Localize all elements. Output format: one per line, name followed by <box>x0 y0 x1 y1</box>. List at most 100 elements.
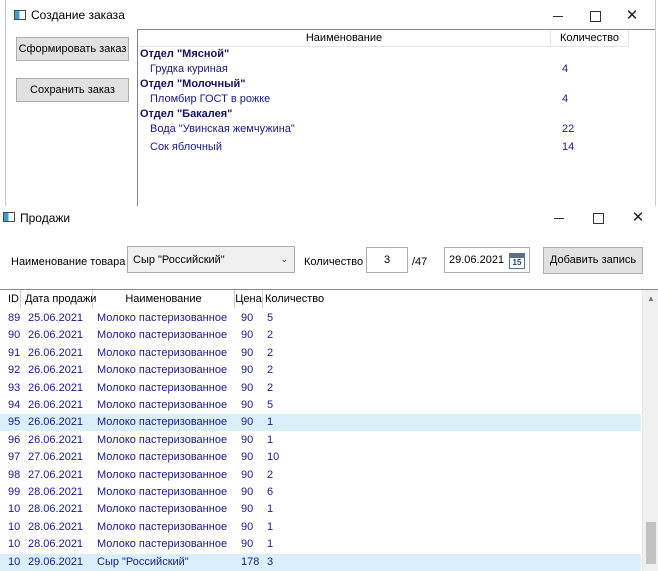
vertical-scrollbar[interactable]: ▲ <box>642 290 658 571</box>
table-row[interactable]: 10 28.06.2021 Молоко пастеризованное 90 1 <box>0 519 641 536</box>
list-item-name[interactable]: Грудка куриная <box>150 63 228 75</box>
calendar-day: 15 <box>512 258 522 267</box>
cell-qty: 1 <box>267 503 274 516</box>
table-row[interactable]: 10 28.06.2021 Молоко пастеризованное 90 1 <box>0 536 641 553</box>
product-combobox[interactable]: Сыр "Российский" ⌄ <box>127 246 295 273</box>
cell-date: 26.06.2021 <box>28 364 84 377</box>
cell-price: 90 <box>241 451 254 464</box>
table-row[interactable]: 95 26.06.2021 Молоко пастеризованное 90 1 <box>0 414 641 432</box>
list-item-name[interactable]: Сок яблочный <box>150 141 222 153</box>
column-header-qty[interactable]: Количество <box>263 290 324 308</box>
cell-qty: 2 <box>267 329 274 342</box>
minimize-icon[interactable] <box>545 5 573 27</box>
cell-qty: 6 <box>267 486 274 498</box>
table-row[interactable]: 90 26.06.2021 Молоко пастеризованное 90 2 <box>0 327 641 344</box>
cell-id: 93 <box>8 381 21 394</box>
cell-id: 92 <box>8 364 21 377</box>
cell-qty: 3 <box>267 555 274 568</box>
cell-qty: 5 <box>267 399 274 411</box>
cell-name: Молоко пастеризованное <box>97 433 228 446</box>
cell-date: 26.06.2021 <box>28 433 84 446</box>
cell-id: 89 <box>8 312 21 324</box>
table-row[interactable]: 96 26.06.2021 Молоко пастеризованное 90 1 <box>0 432 641 449</box>
cell-price: 90 <box>241 399 254 411</box>
cell-qty: 2 <box>267 346 274 359</box>
cell-id: 10 <box>8 538 21 551</box>
cell-name: Молоко пастеризованное <box>97 329 228 342</box>
qty-input[interactable]: 3 <box>366 247 408 273</box>
close-icon[interactable]: ✕ <box>618 5 646 27</box>
order-list[interactable]: Наименование Количество Отдел "Мясной" Г… <box>137 29 655 212</box>
cell-id: 95 <box>8 416 21 429</box>
list-item-qty: 22 <box>562 123 575 135</box>
cell-name: Молоко пастеризованное <box>97 364 228 377</box>
cell-qty: 10 <box>267 451 280 464</box>
cell-id: 97 <box>8 451 21 464</box>
maximize-icon[interactable] <box>584 207 612 229</box>
table-row[interactable]: 92 26.06.2021 Молоко пастеризованное 90 2 <box>0 362 641 379</box>
column-header-date[interactable]: Дата продажи <box>21 290 96 308</box>
maximize-icon[interactable] <box>581 5 609 27</box>
table-row[interactable]: 10 29.06.2021 Сыр "Российский" 178 3 <box>0 553 641 571</box>
cell-date: 28.06.2021 <box>28 486 84 498</box>
cell-name: Молоко пастеризованное <box>97 520 228 533</box>
column-header-name[interactable]: Наименование <box>93 290 235 308</box>
cell-price: 90 <box>241 538 254 551</box>
cell-date: 28.06.2021 <box>28 538 84 551</box>
table-row[interactable]: 98 27.06.2021 Молоко пастеризованное 90 2 <box>0 467 641 484</box>
cell-price: 90 <box>241 381 254 394</box>
cell-price: 90 <box>241 346 254 359</box>
cell-id: 98 <box>8 468 21 481</box>
table-row[interactable]: 99 28.06.2021 Молоко пастеризованное 90 6 <box>0 484 641 501</box>
calendar-icon[interactable]: 15 <box>509 253 525 269</box>
app-window-icon <box>3 212 15 222</box>
cell-date: 27.06.2021 <box>28 451 84 464</box>
qty-available: /47 <box>412 256 428 268</box>
list-item-name[interactable]: Вода "Увинская жемчужина" <box>150 123 295 135</box>
cell-price: 90 <box>241 520 254 533</box>
minimize-icon[interactable] <box>546 207 574 229</box>
table-row[interactable]: 10 28.06.2021 Молоко пастеризованное 90 1 <box>0 501 641 518</box>
cell-date: 26.06.2021 <box>28 329 84 342</box>
table-row[interactable]: 89 25.06.2021 Молоко пастеризованное 90 5 <box>0 310 641 327</box>
cell-date: 26.06.2021 <box>28 399 84 411</box>
cell-name: Молоко пастеризованное <box>97 381 228 394</box>
cell-name: Молоко пастеризованное <box>97 451 228 464</box>
cell-id: 90 <box>8 329 21 342</box>
cell-qty: 2 <box>267 468 274 481</box>
cell-price: 90 <box>241 433 254 446</box>
cell-price: 90 <box>241 329 254 342</box>
column-header-id[interactable]: ID <box>0 290 21 308</box>
cell-name: Молоко пастеризованное <box>97 399 228 411</box>
cell-name: Молоко пастеризованное <box>97 312 228 324</box>
add-record-button[interactable]: Добавить запись <box>543 247 643 274</box>
table-row[interactable]: 97 27.06.2021 Молоко пастеризованное 90 10 <box>0 449 641 466</box>
close-icon[interactable]: ✕ <box>624 207 652 229</box>
sales-table[interactable]: ID Дата продажи Наименование Цена Количе… <box>0 289 658 571</box>
table-row[interactable]: 91 26.06.2021 Молоко пастеризованное 90 2 <box>0 345 641 362</box>
list-item-name[interactable]: Пломбир ГОСТ в рожке <box>150 93 270 105</box>
product-label: Наименование товара <box>11 256 126 268</box>
cell-qty: 1 <box>267 416 274 429</box>
cell-name: Молоко пастеризованное <box>97 538 228 551</box>
chevron-down-icon[interactable]: ⌄ <box>280 247 288 271</box>
cell-qty: 1 <box>267 433 274 446</box>
scroll-up-icon[interactable]: ▲ <box>647 294 655 303</box>
order-window: Создание заказа ✕ Сформировать заказ Сох… <box>5 0 656 212</box>
scrollbar-thumb[interactable] <box>646 522 656 564</box>
column-header-name[interactable]: Наименование <box>138 30 551 47</box>
order-window-title: Создание заказа <box>31 8 125 22</box>
date-value: 29.06.2021 <box>449 254 505 266</box>
cell-id: 10 <box>8 520 21 533</box>
app-window-icon <box>14 10 26 20</box>
cell-id: 10 <box>8 555 21 568</box>
cell-qty: 2 <box>267 381 274 394</box>
column-header-price[interactable]: Цена <box>235 290 263 308</box>
save-order-button[interactable]: Сохранить заказ <box>16 78 129 102</box>
cell-price: 90 <box>241 468 254 481</box>
table-row[interactable]: 93 26.06.2021 Молоко пастеризованное 90 2 <box>0 380 641 397</box>
cell-name: Сыр "Российский" <box>97 555 189 568</box>
table-row[interactable]: 94 26.06.2021 Молоко пастеризованное 90 5 <box>0 397 641 414</box>
form-order-button[interactable]: Сформировать заказ <box>16 37 129 61</box>
column-header-qty[interactable]: Количество <box>551 30 629 47</box>
